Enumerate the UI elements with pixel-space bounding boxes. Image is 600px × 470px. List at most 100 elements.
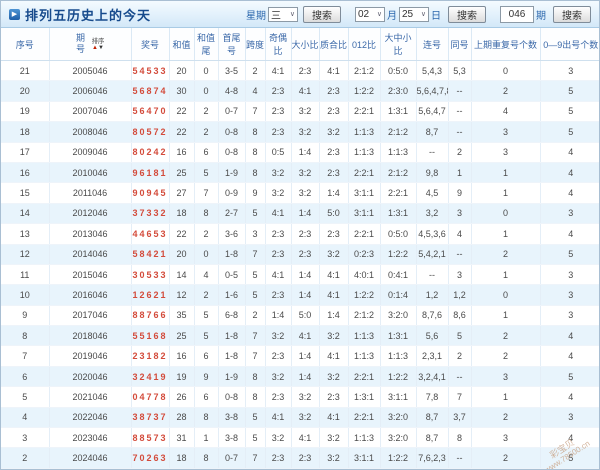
lottery-history-page: ▶ 排列五历史上的今天 星期 三 ∨ 搜索 02 ∨ 月 25 ∨ 日 搜索 0…	[0, 0, 600, 470]
month-select[interactable]: 02 ∨	[355, 6, 385, 22]
table-cell: 3	[471, 366, 541, 388]
table-cell: 3-5	[218, 60, 246, 82]
table-cell: 3:1:1	[380, 386, 417, 408]
table-cell: 4	[540, 325, 599, 347]
table-cell: 2-7	[218, 203, 246, 225]
table-cell: 20	[169, 60, 195, 82]
table-cell: 1,2	[416, 284, 449, 306]
prize-number-cell: 80242	[131, 142, 170, 163]
table-cell: 3,2,4,1	[416, 366, 449, 388]
table-cell: 26	[169, 386, 195, 408]
table-cell: 35	[169, 305, 195, 327]
table-cell: 3:2	[319, 366, 349, 388]
table-cell: 18	[169, 203, 195, 225]
table-cell: 1	[471, 305, 541, 327]
table-cell: 3-8	[218, 427, 246, 449]
col-odd-even: 奇偶比	[265, 28, 292, 61]
table-cell: 25	[169, 162, 195, 184]
table-cell: 27	[169, 182, 195, 204]
table-cell: 10	[1, 284, 50, 306]
table-cell: 6-8	[218, 305, 246, 327]
table-row: 3 2023046 88573 31 1 3-8 5 3:2 4:1 3:2 1:1:3 3:2:0 8…	[1, 427, 599, 449]
table-cell: 3:2	[291, 121, 320, 143]
table-cell: 1:4	[291, 366, 320, 388]
table-cell: 5	[540, 447, 599, 469]
table-cell: 1-8	[218, 345, 246, 367]
table-cell: 8,6	[448, 305, 472, 327]
table-cell: 8,7	[416, 427, 449, 449]
table-cell: 8	[245, 121, 266, 143]
table-cell: 1-9	[218, 162, 246, 184]
prize-number-cell: 37332	[131, 203, 170, 225]
table-cell: --	[448, 244, 472, 265]
table-cell: 3:2	[265, 182, 292, 204]
table-cell: 4	[540, 223, 599, 245]
issue-number-input[interactable]	[500, 5, 534, 23]
table-cell: 1:3:1	[380, 325, 417, 347]
table-cell: 4	[540, 142, 599, 163]
table-cell: 2	[245, 60, 266, 82]
table-cell: 2:3	[319, 162, 349, 184]
table-cell: 4-8	[218, 80, 246, 102]
sort-control[interactable]: 排序 ▲▼	[91, 38, 105, 51]
table-cell: 3:2	[265, 427, 292, 449]
table-cell: 2	[471, 407, 541, 429]
table-cell: 5:0	[291, 305, 320, 327]
table-cell: --	[448, 101, 472, 123]
table-cell: 2005046	[49, 60, 132, 82]
table-row: 19 2007046 56470 22 2 0-7 7 2:3 3:2 2:3 2:2:1 1:3:1…	[1, 101, 599, 123]
table-cell: 0	[194, 60, 219, 82]
table-cell: 3:2:0	[380, 305, 417, 327]
table-cell: 4:1	[291, 325, 320, 347]
table-cell: 1:3:1	[380, 101, 417, 123]
weekday-select[interactable]: 三 ∨	[268, 6, 298, 22]
date-search-button[interactable]: 搜索	[448, 5, 486, 23]
table-cell: 0	[471, 60, 541, 82]
col-prize-number: 奖号	[131, 28, 170, 61]
table-cell: 1	[471, 264, 541, 286]
prize-number-cell: 88573	[131, 427, 170, 449]
table-cell: 3:2	[265, 366, 292, 388]
table-cell: 2015046	[49, 264, 132, 286]
table-cell: 2014046	[49, 244, 132, 265]
table-cell: 5,6	[416, 325, 449, 347]
table-cell: 5,6,4,7,8	[416, 80, 449, 102]
table-cell: 2:3	[265, 121, 292, 143]
table-cell: 7,6,2,3	[416, 447, 449, 469]
table-cell: 2:3	[265, 223, 292, 245]
table-cell: 2:3	[319, 386, 349, 408]
table-cell: 2,3,1	[416, 345, 449, 367]
sort-desc-icon[interactable]: ▼	[98, 45, 104, 51]
table-cell: 2019046	[49, 345, 132, 367]
table-cell: 2	[448, 142, 472, 163]
table-cell: --	[448, 121, 472, 143]
table-cell: 2:1:2	[348, 305, 381, 327]
table-cell: 6	[194, 386, 219, 408]
table-cell: 2:3	[265, 244, 292, 265]
table-cell: 2:3	[319, 142, 349, 163]
table-cell: 7	[194, 182, 219, 204]
table-cell: 2:3:0	[380, 80, 417, 102]
table-row: 21 2005046 54533 20 0 3-5 2 4:1 2:3 4:1 2:1:2 0:5:0…	[1, 60, 599, 82]
table-cell: 8	[245, 366, 266, 388]
issue-search-button[interactable]: 搜索	[553, 5, 591, 23]
table-cell: 3:2	[319, 427, 349, 449]
col-big-small: 大小比	[291, 28, 320, 61]
table-cell: 3:2	[291, 182, 320, 204]
table-cell: 2:2:1	[348, 101, 381, 123]
table-cell: 8	[194, 447, 219, 469]
sort-label: 排序	[91, 37, 105, 45]
table-cell: 2:3	[291, 223, 320, 245]
weekday-search-button[interactable]: 搜索	[303, 5, 341, 23]
table-cell: 1-8	[218, 244, 246, 265]
table-cell: 1:2:2	[380, 447, 417, 469]
table-cell: 5	[194, 325, 219, 347]
table-cell: 2:3	[265, 447, 292, 469]
table-cell: 3:2	[291, 162, 320, 184]
table-cell: 12	[169, 284, 195, 306]
table-cell: 2	[245, 305, 266, 327]
title-bullet-icon: ▶	[9, 8, 20, 20]
table-cell: 2018046	[49, 325, 132, 347]
table-cell: 6	[194, 345, 219, 367]
day-select[interactable]: 25 ∨	[399, 6, 429, 22]
